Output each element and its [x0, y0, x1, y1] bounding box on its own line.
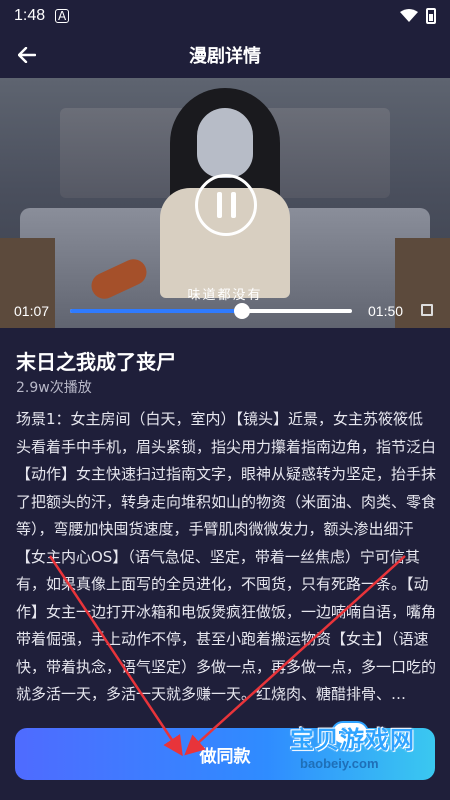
watermark-title: 宝贝游戏网	[290, 726, 415, 754]
pause-button[interactable]	[195, 174, 257, 236]
back-button[interactable]	[12, 40, 42, 70]
total-time: 01:50	[368, 303, 404, 319]
drama-title: 末日之我成了丧尸	[16, 350, 176, 374]
play-count: 2.9w次播放	[16, 380, 92, 396]
video-controls: 01:07 01:50	[0, 294, 450, 328]
progress-thumb[interactable]	[234, 303, 251, 319]
status-bar: 1:48 A	[0, 0, 450, 32]
battery-icon	[426, 8, 436, 24]
drama-description: 场景1：女主房间（白天，室内）【镜头】近景，女主苏筱筱低头看着手中手机，眉头紧锁…	[16, 410, 436, 703]
video-player[interactable]: 味道都没有 01:07 01:50	[0, 78, 450, 328]
page-title: 漫剧详情	[189, 46, 261, 67]
action-bar: 做同款 宝贝游戏网 baobeiy.com	[0, 716, 450, 800]
wifi-icon	[400, 9, 418, 22]
progress-bar[interactable]	[70, 303, 352, 319]
status-time: 1:48	[14, 7, 46, 24]
watermark-url: baobeiy.com	[300, 756, 379, 771]
current-time: 01:07	[14, 303, 50, 319]
status-icons	[400, 8, 436, 24]
notification-icon: A	[55, 9, 70, 23]
arrow-left-icon	[18, 47, 36, 63]
pause-icon-bar	[230, 192, 236, 218]
pause-icon	[216, 192, 222, 218]
header: 漫剧详情	[0, 32, 450, 78]
fullscreen-icon[interactable]	[421, 304, 433, 316]
video-frame-character-face	[197, 108, 253, 178]
progress-fill	[70, 309, 243, 313]
